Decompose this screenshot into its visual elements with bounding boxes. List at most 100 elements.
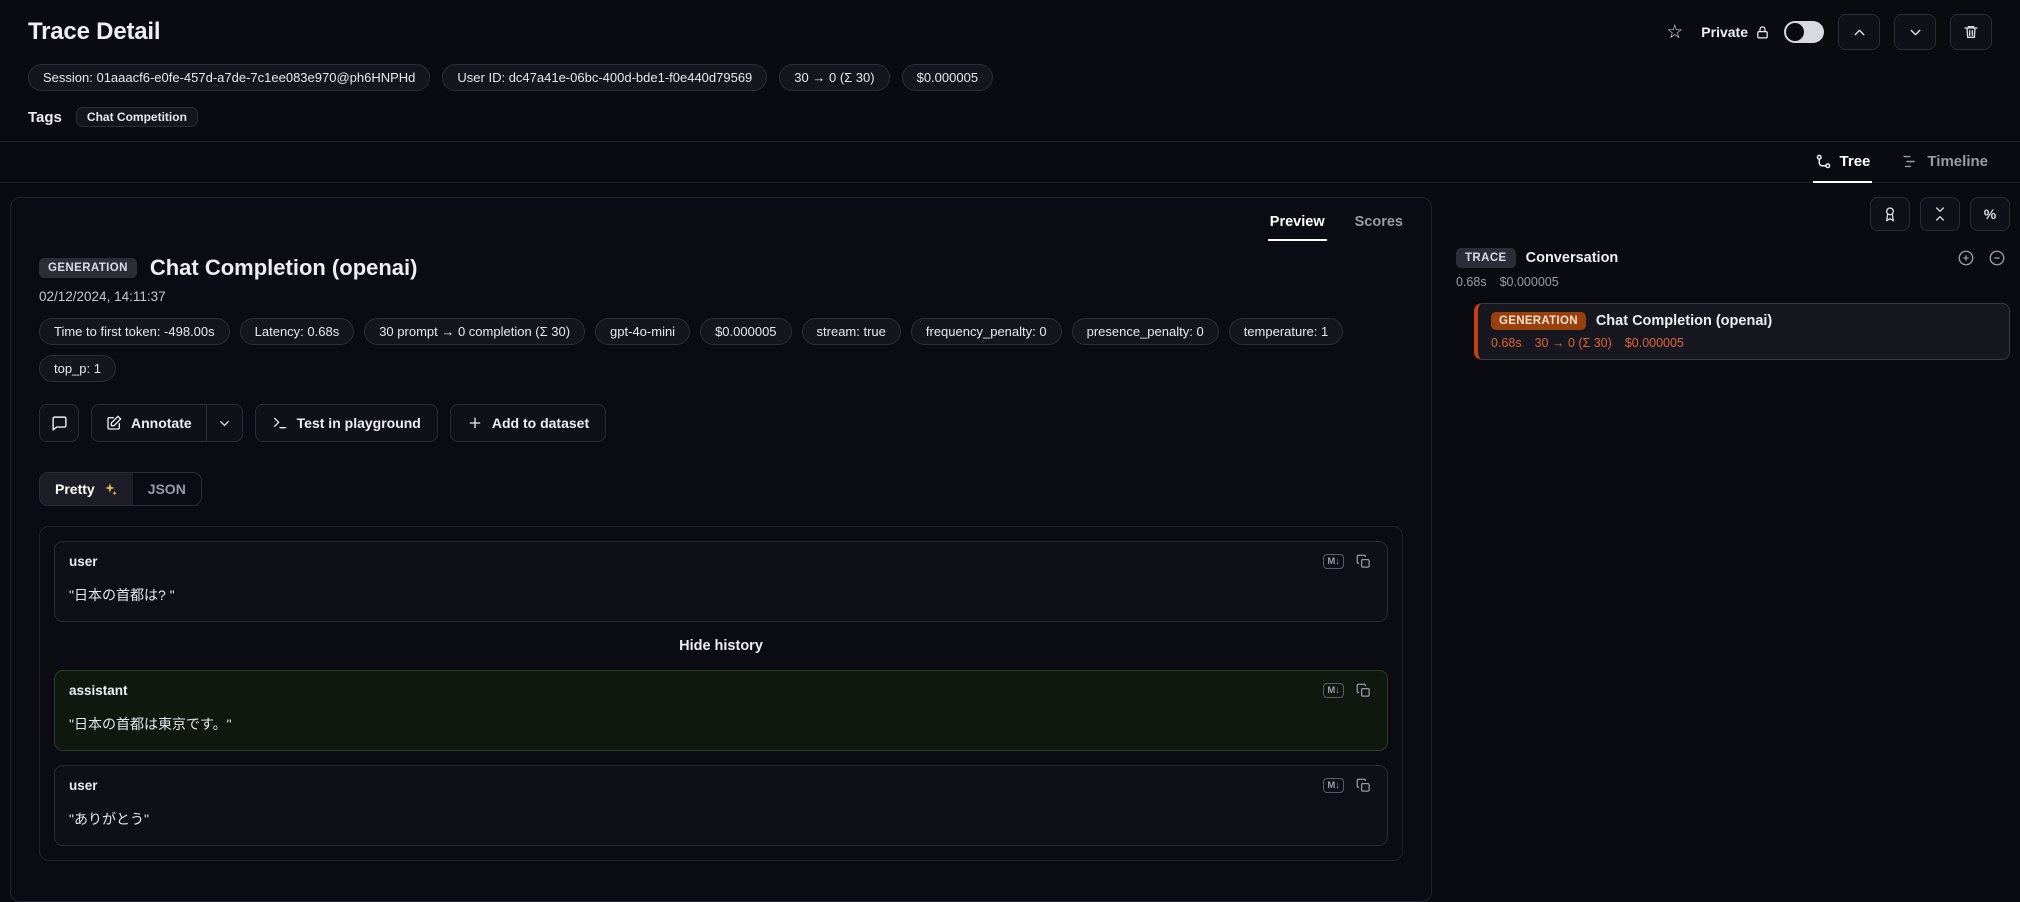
toggle-scores-button[interactable] — [1870, 197, 1910, 231]
view-tabs: Tree Timeline — [0, 142, 2020, 183]
json-toggle[interactable]: JSON — [133, 473, 201, 505]
observation-timestamp: 02/12/2024, 14:11:37 — [39, 289, 166, 304]
generation-header: GENERATION Chat Completion (openai) — [11, 241, 1431, 281]
annotate-button[interactable]: Annotate — [92, 405, 206, 441]
tab-tree-label: Tree — [1839, 153, 1871, 170]
detail-tabs: Preview Scores — [11, 212, 1431, 241]
message-header: user M↓ — [55, 542, 1387, 571]
trace-latency: 0.68s — [1456, 275, 1487, 289]
star-icon: ☆ — [1666, 21, 1684, 43]
comments-button[interactable] — [39, 404, 79, 442]
fold-vertical-icon — [1932, 206, 1948, 222]
latency-badge: Latency: 0.68s — [239, 318, 355, 345]
expand-all-button[interactable] — [1955, 247, 1977, 269]
message-tools: M↓ — [1323, 681, 1373, 700]
tab-timeline-label: Timeline — [1927, 153, 1988, 170]
collapse-all-button[interactable] — [1920, 197, 1960, 231]
chevron-down-icon — [217, 416, 232, 431]
tree-toolbar: % — [1456, 197, 2010, 231]
message-tools: M↓ — [1323, 776, 1373, 795]
hide-history-button[interactable]: Hide history — [54, 636, 1388, 656]
page-header: Trace Detail ☆ Private — [0, 0, 2020, 54]
generation-type-badge: GENERATION — [1491, 312, 1586, 330]
trace-cost: $0.000005 — [1499, 275, 1559, 289]
trace-root-row[interactable]: TRACE Conversation — [1456, 247, 2010, 269]
session-badge[interactable]: Session: 01aaacf6-e0fe-457d-a7de-7c1ee08… — [28, 64, 431, 91]
plus-circle-icon — [1957, 249, 1975, 267]
message-content: "日本の首都は東京です。" — [69, 716, 232, 732]
message-header: assistant M↓ — [55, 671, 1387, 700]
lock-icon — [1755, 25, 1770, 40]
trace-metrics: 0.68s $0.000005 — [1456, 275, 2010, 289]
cost-badge: $0.000005 — [901, 64, 994, 91]
node-metrics: 0.68s 30 → 0 (Σ 30) $0.000005 — [1491, 336, 1996, 350]
meta-badges-row: Session: 01aaacf6-e0fe-457d-a7de-7c1ee08… — [0, 54, 2020, 91]
annotate-dropdown-button[interactable] — [205, 405, 242, 441]
previous-observation-button[interactable] — [1838, 14, 1880, 50]
sparkles-icon — [103, 482, 118, 497]
plus-icon — [467, 415, 483, 431]
messages-container: user M↓ "日本の首都は? " Hide history assistan… — [39, 526, 1403, 861]
token-usage-badge: 30 → 0 (Σ 30) — [779, 64, 890, 91]
tab-preview[interactable]: Preview — [1267, 212, 1327, 241]
copy-icon — [1356, 683, 1371, 698]
json-label: JSON — [147, 481, 186, 497]
user-id-badge[interactable]: User ID: dc47a41e-06bc-400d-bde1-f0e440d… — [442, 64, 768, 91]
node-latency: 0.68s — [1491, 336, 1522, 350]
node-title-row: GENERATION Chat Completion (openai) — [1491, 312, 1996, 330]
time-to-first-token-badge: Time to first token: -498.00s — [39, 318, 230, 345]
chevron-down-icon — [1907, 24, 1924, 41]
markdown-toggle-icon[interactable]: M↓ — [1323, 777, 1344, 794]
generation-cost-badge: $0.000005 — [700, 318, 792, 345]
delete-trace-button[interactable] — [1950, 14, 1992, 50]
tag-chat-competition[interactable]: Chat Competition — [75, 107, 198, 127]
toggle-knob — [1786, 23, 1804, 41]
message-role: assistant — [69, 683, 128, 698]
trace-row-actions — [1955, 247, 2010, 269]
copy-button[interactable] — [1354, 681, 1373, 700]
annotate-label: Annotate — [131, 415, 192, 431]
test-in-playground-button[interactable]: Test in playground — [254, 404, 438, 442]
message-user-2: user M↓ "ありがとう" — [54, 765, 1388, 846]
message-user-1: user M↓ "日本の首都は? " — [54, 541, 1388, 622]
timeline-icon — [1902, 153, 1919, 170]
copy-button[interactable] — [1354, 776, 1373, 795]
trash-icon — [1963, 24, 1979, 40]
message-header: user M↓ — [55, 766, 1387, 795]
tab-timeline[interactable]: Timeline — [1900, 142, 1990, 182]
tab-scores[interactable]: Scores — [1353, 212, 1405, 241]
top-p-badge: top_p: 1 — [39, 355, 116, 382]
token-breakdown-badge: 30 prompt → 0 completion (Σ 30) — [364, 318, 586, 345]
temperature-badge: temperature: 1 — [1228, 318, 1344, 345]
stat-badges-row-1: Time to first token: -498.00s Latency: 0… — [11, 304, 1431, 345]
model-badge[interactable]: gpt-4o-mini — [595, 318, 691, 345]
message-content: "ありがとう" — [69, 811, 149, 827]
message-role: user — [69, 554, 98, 569]
node-title: Chat Completion (openai) — [1595, 313, 1773, 329]
collapse-children-button[interactable] — [1986, 247, 2008, 269]
award-icon — [1882, 206, 1898, 222]
message-assistant: assistant M↓ "日本の首都は東京です。" — [54, 670, 1388, 751]
privacy-label: Private — [1701, 24, 1748, 40]
tree-node-generation[interactable]: GENERATION Chat Completion (openai) 0.68… — [1474, 303, 2010, 360]
frequency-penalty-badge: frequency_penalty: 0 — [910, 318, 1062, 345]
pretty-toggle[interactable]: Pretty — [40, 473, 133, 505]
terminal-icon — [272, 415, 288, 431]
markdown-toggle-icon[interactable]: M↓ — [1323, 553, 1344, 570]
presence-penalty-badge: presence_penalty: 0 — [1071, 318, 1219, 345]
add-to-dataset-label: Add to dataset — [491, 415, 590, 431]
copy-icon — [1356, 778, 1371, 793]
tab-tree[interactable]: Tree — [1812, 142, 1873, 183]
copy-button[interactable] — [1354, 552, 1373, 571]
public-private-toggle[interactable] — [1784, 21, 1824, 43]
bookmark-button[interactable]: ☆ — [1662, 19, 1687, 46]
format-toggle: Pretty JSON — [39, 472, 202, 506]
toggle-metrics-button[interactable]: % — [1970, 197, 2010, 231]
markdown-toggle-icon[interactable]: M↓ — [1323, 682, 1344, 699]
copy-icon — [1356, 554, 1371, 569]
privacy-control: Private — [1701, 24, 1770, 40]
add-to-dataset-button[interactable]: Add to dataset — [449, 404, 607, 442]
trace-type-badge: TRACE — [1456, 248, 1516, 268]
next-observation-button[interactable] — [1894, 14, 1936, 50]
percent-icon: % — [1983, 206, 1997, 222]
